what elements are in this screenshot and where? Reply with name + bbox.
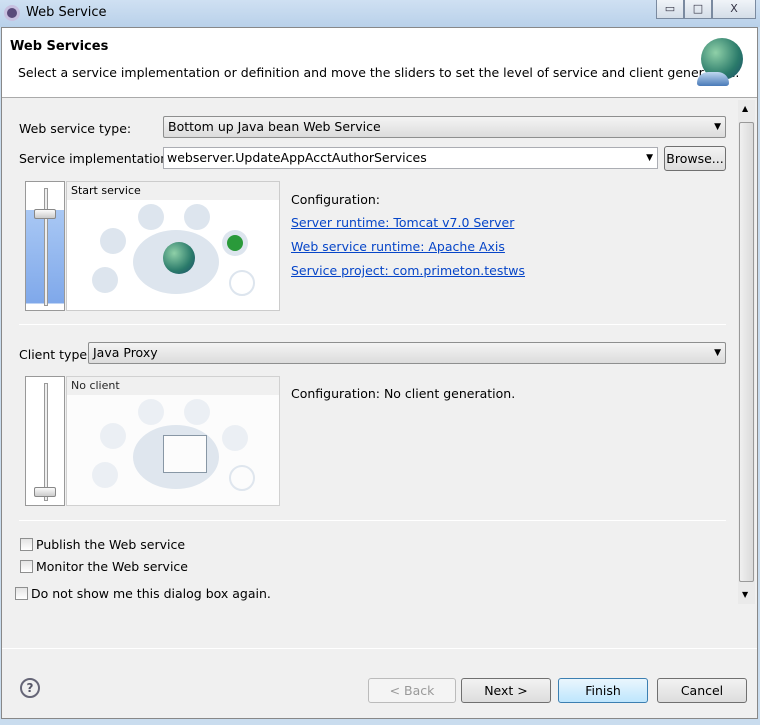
page-description: Select a service implementation or defin… (18, 65, 740, 80)
service-implementation-value: webserver.UpdateAppAcctAuthorServices (167, 150, 427, 165)
client-type-label: Client type: (19, 347, 92, 362)
start-icon (222, 230, 248, 256)
scrollbar-thumb[interactable] (739, 122, 754, 582)
wizard-header: Web Services Select a service implementa… (2, 28, 757, 98)
separator (19, 324, 726, 325)
chevron-down-icon[interactable]: ▼ (646, 148, 653, 168)
web-service-type-select[interactable]: Bottom up Java bean Web Service ▼ (163, 116, 726, 138)
monitor-label: Monitor the Web service (36, 559, 188, 574)
bean-icon (100, 228, 126, 254)
client-level-slider[interactable] (25, 376, 65, 506)
service-bell-icon (697, 72, 729, 86)
test-icon (229, 270, 255, 296)
install-icon (184, 204, 210, 230)
footer-separator (2, 648, 757, 649)
client-level-caption: No client (67, 377, 279, 395)
scroll-down-icon[interactable]: ▼ (742, 590, 748, 599)
page-title: Web Services (10, 39, 109, 54)
deploy-icon (138, 399, 164, 425)
bean-icon (100, 423, 126, 449)
vertical-scrollbar[interactable]: ▲ ▼ (738, 100, 755, 604)
start-icon (222, 425, 248, 451)
slider-thumb[interactable] (34, 487, 56, 497)
service-configuration-label: Configuration: (291, 192, 380, 207)
monitor-checkbox[interactable] (20, 560, 33, 573)
chevron-down-icon: ▼ (714, 122, 721, 132)
client-configuration: Configuration: No client generation. (291, 386, 516, 401)
server-runtime-link[interactable]: Server runtime: Tomcat v7.0 Server (291, 215, 514, 230)
web-service-type-value: Bottom up Java bean Web Service (168, 119, 381, 134)
client-type-select[interactable]: Java Proxy ▼ (88, 342, 726, 364)
client-level-preview: No client (66, 376, 280, 506)
minimize-button[interactable]: ▭ (656, 0, 684, 19)
toolbox-icon (92, 462, 118, 488)
back-button[interactable]: < Back (368, 678, 456, 703)
service-level-preview: Start service (66, 181, 280, 311)
service-level-slider[interactable] (25, 181, 65, 311)
web-service-runtime-link[interactable]: Web service runtime: Apache Axis (291, 239, 505, 254)
slider-track (44, 383, 48, 501)
cancel-button[interactable]: Cancel (657, 678, 747, 703)
finish-button[interactable]: Finish (558, 678, 648, 703)
service-implementation-input[interactable]: webserver.UpdateAppAcctAuthorServices ▼ (163, 147, 658, 169)
close-button[interactable]: X (712, 0, 756, 19)
window-title: Web Service (26, 5, 107, 20)
service-level-caption: Start service (67, 182, 279, 200)
slider-track (44, 188, 48, 306)
scroll-up-icon[interactable]: ▲ (742, 104, 748, 113)
chevron-down-icon: ▼ (714, 348, 721, 358)
maximize-button[interactable]: □ (684, 0, 712, 19)
dialog: Web Services Select a service implementa… (1, 27, 758, 719)
client-type-value: Java Proxy (93, 345, 158, 360)
web-service-type-label: Web service type: (19, 121, 132, 136)
service-project-link[interactable]: Service project: com.primeton.testws (291, 263, 525, 278)
service-implementation-label: Service implementation: (19, 151, 173, 166)
client-window-icon (163, 435, 207, 473)
eclipse-icon (4, 5, 20, 21)
slider-thumb[interactable] (34, 209, 56, 219)
help-icon[interactable]: ? (20, 678, 40, 698)
title-bar: Web Service ▭ □ X (0, 0, 760, 27)
browse-button[interactable]: Browse... (664, 146, 726, 171)
publish-checkbox[interactable] (20, 538, 33, 551)
dont-show-checkbox[interactable] (15, 587, 28, 600)
install-icon (184, 399, 210, 425)
publish-label: Publish the Web service (36, 537, 186, 552)
test-icon (229, 465, 255, 491)
deploy-icon (138, 204, 164, 230)
toolbox-icon (92, 267, 118, 293)
dont-show-label: Do not show me this dialog box again. (31, 586, 271, 601)
separator (19, 520, 726, 521)
next-button[interactable]: Next > (461, 678, 551, 703)
globe-icon (163, 242, 195, 274)
